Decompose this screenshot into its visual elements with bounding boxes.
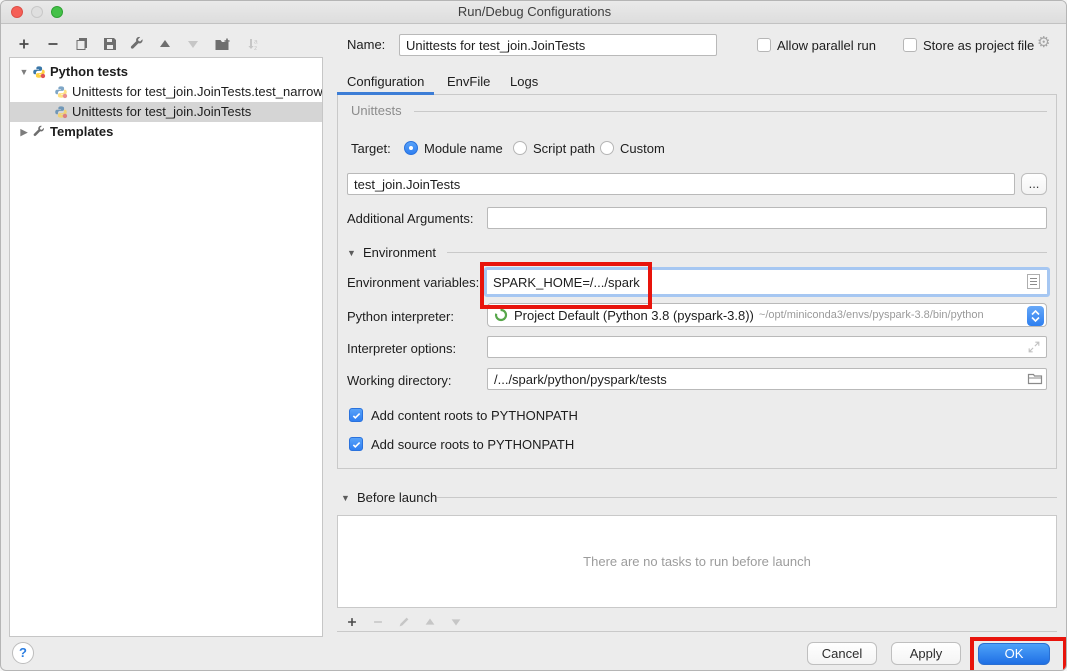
working-directory-input[interactable] (487, 368, 1047, 390)
save-icon[interactable] (101, 35, 119, 53)
unittests-group-title: Unittests (351, 103, 402, 118)
tree-item-unittests-jointests-selected[interactable]: Unittests for test_join.JoinTests (10, 102, 322, 122)
tree-item-unittests-test-narrow[interactable]: Unittests for test_join.JoinTests.test_n… (10, 82, 322, 102)
edit-environment-variables-icon[interactable] (1027, 274, 1040, 289)
python-test-icon (54, 105, 68, 119)
before-launch-empty-message: There are no tasks to run before launch (583, 554, 811, 569)
add-icon[interactable] (15, 35, 33, 53)
sort-alphabetically-icon: az (244, 35, 262, 53)
chevron-right-icon[interactable]: ▶ (18, 122, 30, 142)
name-label: Name: (347, 37, 385, 52)
tree-item-label: Unittests for test_join.JoinTests (72, 102, 251, 122)
allow-parallel-run-checkbox[interactable] (757, 38, 771, 52)
interpreter-options-input[interactable] (487, 336, 1047, 358)
environment-variables-field[interactable]: SPARK_HOME=/.../spark (484, 267, 1050, 297)
environment-collapse-icon[interactable]: ▼ (347, 248, 356, 258)
environment-variables-label: Environment variables: (347, 275, 479, 290)
conda-environment-icon (494, 308, 508, 322)
add-content-roots-checkbox[interactable] (349, 408, 363, 422)
working-directory-label: Working directory: (347, 373, 452, 388)
tree-item-python-tests[interactable]: ▼ Python tests (10, 62, 322, 82)
target-input[interactable] (347, 173, 1015, 195)
environment-group-title: Environment (363, 245, 436, 260)
tree-item-label: Python tests (50, 62, 128, 82)
tab-envfile[interactable]: EnvFile (447, 72, 490, 92)
python-interpreter-path: ~/opt/miniconda3/envs/pyspark-3.8/bin/py… (759, 309, 984, 321)
folder-icon[interactable] (1027, 372, 1043, 386)
before-launch-task-list: There are no tasks to run before launch (337, 515, 1057, 608)
remove-task-icon (369, 613, 387, 631)
tree-item-label: Unittests for test_join.JoinTests.test_n… (72, 82, 323, 102)
chevron-down-icon[interactable]: ▼ (18, 62, 30, 82)
radio-module-name-label: Module name (424, 141, 503, 156)
remove-icon[interactable] (44, 35, 62, 53)
browse-button[interactable]: ... (1021, 173, 1047, 195)
run-debug-configurations-dialog: Run/Debug Configurations az ▼ Python tes… (0, 0, 1067, 671)
additional-arguments-label: Additional Arguments: (347, 211, 473, 226)
edit-task-pencil-icon (395, 613, 413, 631)
additional-arguments-input[interactable] (487, 207, 1047, 229)
add-content-roots-label: Add content roots to PYTHONPATH (371, 408, 578, 423)
tab-configuration[interactable]: Configuration (347, 72, 424, 92)
add-task-icon[interactable] (343, 613, 361, 631)
allow-parallel-run-label: Allow parallel run (777, 38, 876, 53)
tab-logs[interactable]: Logs (510, 72, 538, 92)
svg-text:z: z (254, 45, 257, 52)
before-launch-collapse-icon[interactable]: ▼ (341, 493, 350, 503)
wrench-icon (32, 125, 46, 139)
radio-custom[interactable] (600, 141, 614, 155)
radio-custom-label: Custom (620, 141, 665, 156)
window-title: Run/Debug Configurations (1, 1, 1067, 23)
radio-script-path[interactable] (513, 141, 527, 155)
gear-icon[interactable]: ⚙ (1037, 35, 1050, 51)
footer-divider (337, 631, 1057, 632)
configurations-tree: ▼ Python tests Unittests for test_join.J… (9, 57, 323, 637)
tree-item-label: Templates (50, 122, 113, 142)
cancel-button[interactable]: Cancel (807, 642, 877, 665)
copy-icon[interactable] (73, 35, 91, 53)
radio-module-name[interactable] (404, 141, 418, 155)
before-launch-title: Before launch (357, 490, 437, 505)
edit-templates-wrench-icon[interactable] (128, 35, 146, 53)
new-folder-icon[interactable] (213, 35, 231, 53)
ok-button[interactable]: OK (978, 643, 1050, 665)
dropdown-spinner-icon[interactable] (1027, 306, 1044, 326)
move-up-icon[interactable] (156, 35, 174, 53)
group-divider (447, 252, 1047, 253)
tree-item-templates[interactable]: ▶ Templates (10, 122, 322, 142)
name-input[interactable] (399, 34, 717, 56)
python-interpreter-value: Project Default (Python 3.8 (pyspark-3.8… (514, 308, 754, 323)
move-task-up-icon (421, 613, 439, 631)
python-interpreter-label: Python interpreter: (347, 309, 454, 324)
python-interpreter-dropdown[interactable]: Project Default (Python 3.8 (pyspark-3.8… (487, 303, 1047, 327)
environment-variables-value: SPARK_HOME=/.../spark (487, 275, 640, 290)
add-source-roots-checkbox[interactable] (349, 437, 363, 451)
interpreter-options-label: Interpreter options: (347, 341, 456, 356)
expand-field-icon[interactable] (1027, 340, 1041, 354)
python-icon (32, 65, 46, 79)
move-down-icon (184, 35, 202, 53)
apply-button[interactable]: Apply (891, 642, 961, 665)
move-task-down-icon (447, 613, 465, 631)
help-button[interactable]: ? (12, 642, 34, 664)
radio-script-path-label: Script path (533, 141, 595, 156)
group-divider (414, 111, 1047, 112)
python-test-icon (54, 85, 68, 99)
title-bar[interactable]: Run/Debug Configurations (1, 1, 1067, 24)
add-source-roots-label: Add source roots to PYTHONPATH (371, 437, 574, 452)
target-label: Target: (351, 141, 391, 156)
store-as-project-file-label: Store as project file (923, 38, 1034, 53)
group-divider (437, 497, 1057, 498)
store-as-project-file-checkbox[interactable] (903, 38, 917, 52)
